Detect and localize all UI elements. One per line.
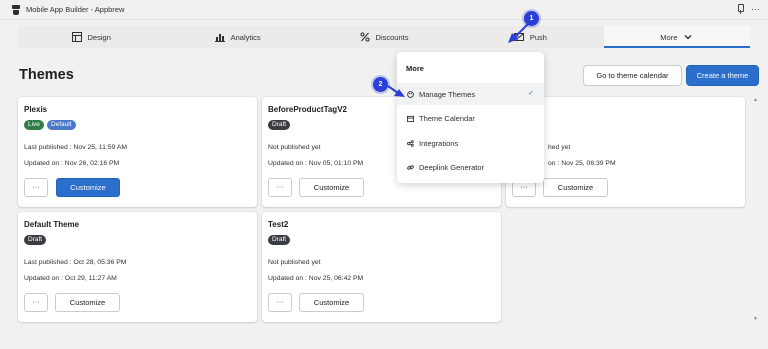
customize-button[interactable]: Customize xyxy=(543,178,608,197)
menu-item-label: Integrations xyxy=(419,138,459,148)
theme-name: Plexis xyxy=(24,105,48,114)
theme-card-plexis: Plexis Live Default Last published : Nov… xyxy=(18,97,257,207)
updated-on-text: Updated on : Nov 25, 06:42 PM xyxy=(268,275,364,282)
theme-name: Default Theme xyxy=(24,220,80,229)
theme-card-default-theme: Default Theme Draft Last published : Oct… xyxy=(18,212,257,322)
scroll-up-arrow[interactable]: ▲ xyxy=(753,97,758,103)
theme-options-button[interactable]: ··· xyxy=(268,178,292,197)
customize-button[interactable]: Customize xyxy=(56,178,120,197)
percent-icon xyxy=(360,32,370,42)
step-marker-2: 2 xyxy=(373,77,388,92)
bar-chart-icon xyxy=(214,34,225,42)
scroll-down-arrow[interactable]: ▼ xyxy=(753,316,758,322)
updated-on-text: Updated on : Nov 26, 02:16 PM xyxy=(24,160,120,167)
tab-discounts[interactable]: Discounts xyxy=(311,26,457,48)
theme-options-button[interactable]: ··· xyxy=(24,178,48,197)
integrations-icon xyxy=(407,139,414,147)
live-badge: Live xyxy=(24,120,44,130)
window-titlebar: Mobile App Builder - Appbrew ··· xyxy=(0,0,768,20)
step-marker-1: 1 xyxy=(524,11,539,26)
tab-design-label: Design xyxy=(87,32,111,42)
window-title: Mobile App Builder - Appbrew xyxy=(26,5,125,14)
app-logo-icon xyxy=(12,4,20,15)
tab-analytics[interactable]: Analytics xyxy=(164,26,310,48)
theme-card-test2: Test2 Draft Not published yet Updated on… xyxy=(262,212,501,322)
last-published-text: Not published yet xyxy=(268,144,321,151)
menu-item-label: Manage Themes xyxy=(419,89,476,99)
updated-on-text: on : Nov 25, 06:39 PM xyxy=(548,160,616,167)
more-dropdown-menu: More Manage Themes ✓ Theme Calendar Inte… xyxy=(397,52,544,183)
tab-discounts-label: Discounts xyxy=(375,32,409,42)
last-published-text: hed yet xyxy=(548,144,571,151)
theme-name: BeforeProductTagV2 xyxy=(268,105,347,114)
pin-icon[interactable] xyxy=(737,4,744,14)
dropdown-header: More xyxy=(406,64,424,73)
more-options-icon[interactable]: ··· xyxy=(751,4,760,14)
menu-item-theme-calendar[interactable]: Theme Calendar xyxy=(397,107,544,129)
customize-button[interactable]: Customize xyxy=(299,293,364,312)
check-icon: ✓ xyxy=(528,90,534,97)
menu-item-integrations[interactable]: Integrations xyxy=(397,132,544,154)
chevron-down-icon xyxy=(684,35,692,40)
theme-options-button[interactable]: ··· xyxy=(24,293,48,312)
draft-badge: Draft xyxy=(268,235,291,245)
last-published-text: Not published yet xyxy=(268,259,321,266)
tab-more[interactable]: More xyxy=(603,26,751,48)
nav-tab-bar: Design Analytics Discounts Push More xyxy=(18,26,751,48)
customize-button[interactable]: Customize xyxy=(55,293,120,312)
calendar-icon xyxy=(407,115,414,122)
page-title: Themes xyxy=(19,67,74,83)
updated-on-text: Updated on : Nov 05, 01:10 PM xyxy=(268,160,364,167)
menu-item-deeplink-generator[interactable]: Deeplink Generator xyxy=(397,156,544,178)
updated-on-text: Updated on : Oct 29, 11:27 AM xyxy=(24,275,117,282)
go-to-theme-calendar-button[interactable]: Go to theme calendar xyxy=(583,65,682,86)
link-icon xyxy=(407,164,414,170)
default-badge: Default xyxy=(46,120,76,130)
menu-item-label: Theme Calendar xyxy=(419,113,475,123)
theme-options-button[interactable]: ··· xyxy=(268,293,292,312)
menu-item-label: Deeplink Generator xyxy=(419,162,485,172)
draft-badge: Draft xyxy=(268,120,291,130)
tab-analytics-label: Analytics xyxy=(230,32,261,42)
create-theme-button[interactable]: Create a theme xyxy=(686,65,759,86)
draft-badge: Draft xyxy=(24,235,47,245)
menu-item-manage-themes[interactable]: Manage Themes ✓ xyxy=(397,83,544,105)
last-published-text: Last published : Nov 25, 11:59 AM xyxy=(24,144,128,151)
last-published-text: Last published : Oct 28, 05:36 PM xyxy=(24,259,127,266)
palette-icon xyxy=(407,90,414,98)
tab-design[interactable]: Design xyxy=(18,26,164,48)
tab-more-label: More xyxy=(660,32,678,42)
customize-button[interactable]: Customize xyxy=(299,178,364,197)
theme-name: Test2 xyxy=(268,220,289,229)
layout-icon xyxy=(71,32,82,42)
